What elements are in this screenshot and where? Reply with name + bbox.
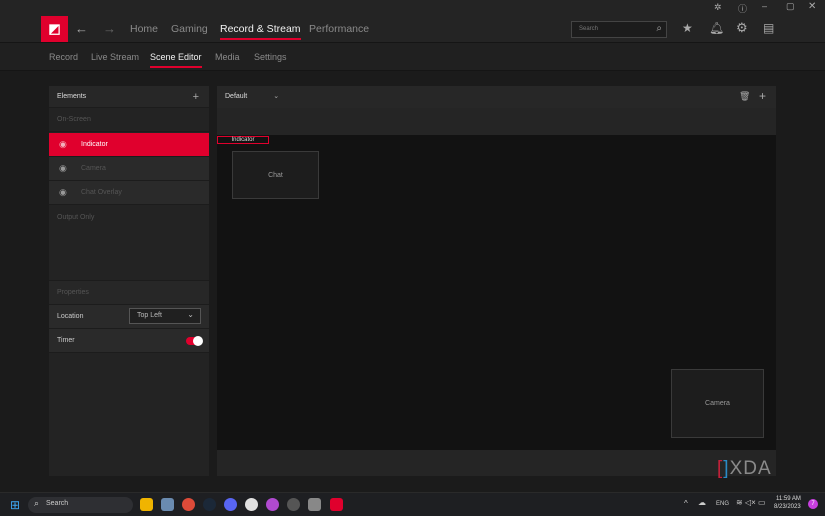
scene-canvas[interactable]: Indicator Chat Camera <box>217 135 776 450</box>
eye-icon[interactable]: ◉ <box>59 187 71 198</box>
timer-row: Timer <box>49 329 209 353</box>
clock-date[interactable]: 8/23/2023 <box>774 504 801 510</box>
taskbar-search[interactable]: ⌕ Search <box>28 497 133 513</box>
gear-icon[interactable]: ⚙ <box>736 20 748 36</box>
scene-dropdown[interactable]: Default ⌄ <box>225 92 279 100</box>
app-icon[interactable] <box>287 498 300 511</box>
camera-element[interactable]: Camera <box>671 369 764 438</box>
chevron-down-icon: ⌄ <box>187 310 194 319</box>
monitor-app-icon[interactable] <box>161 498 174 511</box>
bug-icon[interactable]: ✲ <box>714 2 722 13</box>
output-only-label: Output Only <box>49 205 209 281</box>
timer-label: Timer <box>57 337 75 344</box>
taskbar-search-label: Search <box>46 500 69 507</box>
item-label: Chat Overlay <box>81 189 122 196</box>
app-icon-2[interactable] <box>308 498 321 511</box>
list-item-indicator[interactable]: ◉ Indicator <box>49 133 209 157</box>
trash-icon[interactable]: 🗑︎ <box>739 91 750 102</box>
properties-title: Properties <box>49 281 209 305</box>
steam-icon[interactable] <box>203 498 216 511</box>
minimize-button[interactable]: – <box>762 1 767 11</box>
elements-panel: Elements + On-Screen ◉ Indicator ◉ Camera … <box>49 86 209 476</box>
sidebar-toggle-icon[interactable]: ▤ <box>763 21 774 35</box>
item-label: Camera <box>81 165 106 172</box>
search-input[interactable]: Search ⌕ <box>571 21 667 38</box>
elements-title: Elements <box>57 93 87 100</box>
location-value: Top Left <box>137 312 162 319</box>
watermark-text: XDA <box>729 458 772 479</box>
amd-logo[interactable]: ◩ <box>41 16 68 42</box>
scene-name: Default <box>225 93 248 100</box>
amd-software-icon[interactable] <box>330 498 343 511</box>
tab-performance[interactable]: Performance <box>309 23 369 35</box>
clock-time[interactable]: 11:59 AM <box>776 496 801 502</box>
chat-element[interactable]: Chat <box>232 151 319 199</box>
tab-settings[interactable]: Settings <box>254 52 287 62</box>
item-label: Indicator <box>81 141 108 148</box>
tab-record[interactable]: Record <box>49 52 78 62</box>
close-button[interactable]: ✕ <box>808 1 816 12</box>
help-icon[interactable]: ⓘ <box>738 2 747 15</box>
windows-start-icon[interactable]: ⊞ <box>10 498 20 512</box>
location-row: Location Top Left ⌄ <box>49 305 209 329</box>
tab-scene-editor[interactable]: Scene Editor <box>150 52 202 68</box>
location-label: Location <box>57 313 84 320</box>
tab-home[interactable]: Home <box>130 23 158 35</box>
location-dropdown[interactable]: Top Left ⌄ <box>129 308 201 324</box>
star-icon[interactable]: ★ <box>682 21 693 35</box>
xda-watermark: []XDA <box>717 458 772 479</box>
add-element-button[interactable]: + <box>193 91 199 103</box>
tab-gaming[interactable]: Gaming <box>171 23 208 35</box>
wifi-volume-battery-icons[interactable]: ≋ ◁× ▭ <box>736 498 766 507</box>
top-nav: ◩ ← → Home Gaming Record & Stream Perfor… <box>0 16 825 43</box>
back-icon[interactable]: ← <box>75 21 88 36</box>
on-screen-label: On-Screen <box>49 108 209 132</box>
scene-header: Default ⌄ 🗑︎ + <box>217 86 776 108</box>
add-scene-button[interactable]: + <box>759 89 766 103</box>
tab-record-stream[interactable]: Record & Stream <box>220 23 301 40</box>
tab-live-stream[interactable]: Live Stream <box>91 52 139 62</box>
bell-icon[interactable]: 🔔︎ <box>709 21 724 35</box>
slack-icon[interactable] <box>245 498 258 511</box>
discord-icon[interactable] <box>224 498 237 511</box>
forward-icon[interactable]: → <box>103 21 116 36</box>
sub-nav: Record Live Stream Scene Editor Media Se… <box>0 43 825 71</box>
taskbar: ⊞ ⌕ Search ^ ☁ ENG ≋ ◁× ▭ 11:59 AM 8/23/… <box>0 492 825 516</box>
chevron-down-icon: ⌄ <box>273 93 280 100</box>
elements-header: Elements + <box>49 86 209 108</box>
search-icon: ⌕ <box>34 498 40 508</box>
maximize-button[interactable]: ▢ <box>786 1 795 12</box>
indicator-element[interactable]: Indicator <box>217 136 269 144</box>
search-icon: ⌕ <box>656 23 662 34</box>
chevron-up-icon[interactable]: ^ <box>684 499 688 508</box>
eye-icon[interactable]: ◉ <box>59 163 71 174</box>
eye-icon[interactable]: ◉ <box>59 139 71 150</box>
language-indicator[interactable]: ENG <box>716 501 729 507</box>
tab-media[interactable]: Media <box>215 52 240 62</box>
notification-badge[interactable]: 7 <box>808 499 818 509</box>
chrome-icon[interactable] <box>182 498 195 511</box>
paint-app-icon[interactable] <box>266 498 279 511</box>
cloud-icon[interactable]: ☁ <box>698 498 706 507</box>
list-item-chat-overlay[interactable]: ◉ Chat Overlay <box>49 181 209 205</box>
file-explorer-icon[interactable] <box>140 498 153 511</box>
list-item-camera[interactable]: ◉ Camera <box>49 157 209 181</box>
timer-toggle[interactable] <box>186 336 203 346</box>
title-bar: ✲ ⓘ – ▢ ✕ <box>0 0 825 16</box>
search-placeholder: Search <box>579 26 599 32</box>
